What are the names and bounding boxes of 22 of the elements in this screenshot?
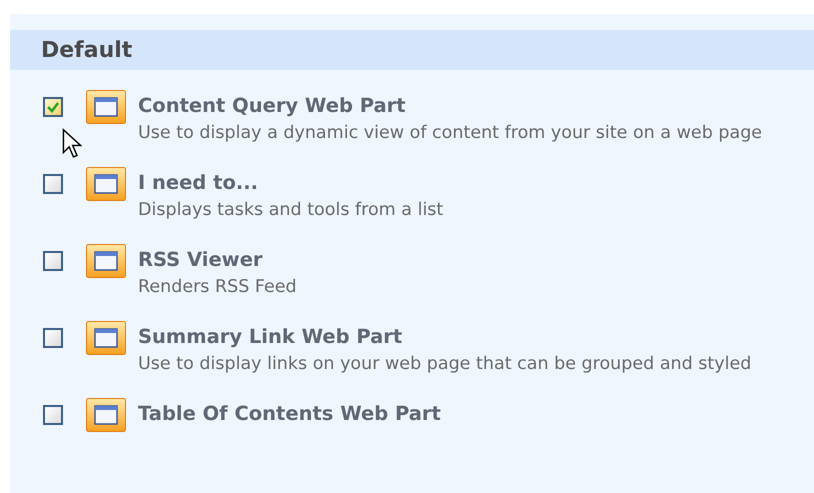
web-part-description: Use to display a dynamic view of content from your site on a web page bbox=[138, 122, 762, 144]
web-part-description: Displays tasks and tools from a list bbox=[138, 199, 444, 221]
checkbox[interactable] bbox=[43, 97, 63, 117]
web-part-title: RSS Viewer bbox=[138, 247, 264, 273]
window-icon bbox=[86, 244, 126, 278]
mouse-pointer-icon bbox=[62, 128, 82, 160]
window-icon bbox=[86, 167, 126, 201]
web-part-title: Content Query Web Part bbox=[138, 93, 407, 119]
window-icon bbox=[86, 90, 126, 124]
checkbox[interactable] bbox=[43, 405, 63, 425]
web-part-title: Table Of Contents Web Part bbox=[138, 401, 441, 427]
web-part-title: Summary Link Web Part bbox=[138, 324, 404, 350]
window-icon bbox=[86, 398, 126, 432]
checkbox[interactable] bbox=[43, 328, 63, 348]
section-title: Default bbox=[41, 38, 132, 62]
web-part-title: I need to... bbox=[138, 170, 260, 196]
checkbox[interactable] bbox=[43, 174, 63, 194]
web-part-description: Renders RSS Feed bbox=[138, 276, 297, 298]
web-part-description: Use to display links on your web page that can be grouped and styled bbox=[138, 353, 752, 375]
checkmark-icon bbox=[46, 100, 60, 114]
checkbox[interactable] bbox=[43, 251, 63, 271]
window-icon bbox=[86, 321, 126, 355]
